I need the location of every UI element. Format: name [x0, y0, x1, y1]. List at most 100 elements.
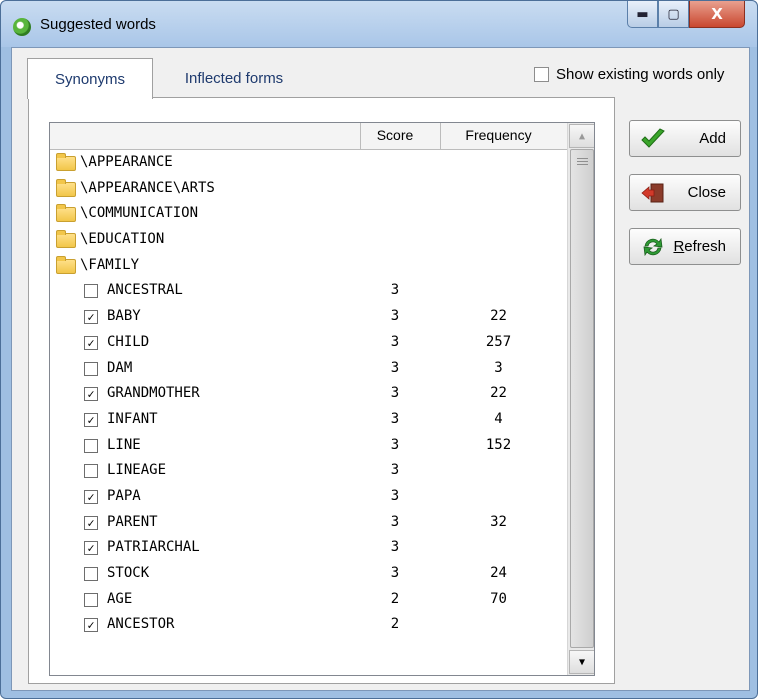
frequency-value: 24 — [490, 565, 507, 581]
frequency-value: 32 — [490, 513, 507, 530]
window-controls: ▬ ▢ X — [627, 1, 745, 29]
dialog-body: Synonyms Inflected forms Show existing w… — [11, 47, 750, 691]
word-row[interactable]: ✓ ANCESTOR 2 — [50, 612, 567, 638]
word-text: STOCK — [107, 565, 150, 581]
folder-name: \FAMILY — [80, 256, 140, 273]
grip-line — [577, 161, 588, 162]
score-value: 3 — [390, 565, 400, 581]
word-row[interactable]: LINEAGE 3 — [50, 458, 567, 484]
grip-line — [577, 158, 588, 159]
suggestions-list[interactable]: Score Frequency \APPEARANCE \APPEARANCE\A… — [49, 122, 595, 676]
score-value: 3 — [390, 436, 400, 453]
folder-icon — [56, 230, 76, 249]
word-text: PARENT — [107, 513, 158, 530]
score-value: 3 — [390, 487, 400, 504]
word-text: ANCESTOR — [107, 616, 175, 633]
maximize-button[interactable]: ▢ — [658, 1, 689, 28]
word-row[interactable]: ✓ INFANT 3 4 — [50, 407, 567, 433]
score-value: 3 — [390, 410, 400, 427]
folder-row[interactable]: \COMMUNICATION — [50, 201, 567, 227]
word-text: PAPA — [107, 487, 141, 504]
frequency-value: 4 — [494, 410, 503, 427]
refresh-button-label: Refresh — [673, 238, 726, 255]
word-checkbox[interactable]: ✓ — [84, 515, 98, 530]
word-checkbox[interactable]: ✓ — [84, 412, 98, 427]
exit-door-icon — [640, 182, 666, 204]
word-text: AGE — [107, 590, 133, 607]
show-existing-words-toggle[interactable]: Show existing words only — [534, 66, 724, 83]
folder-name: \COMMUNICATION — [80, 205, 199, 222]
suggested-words-window: Suggested words ▬ ▢ X Synonyms Inflected… — [0, 0, 758, 699]
folder-row[interactable]: \FAMILY — [50, 253, 567, 279]
arrow-down-icon: ▼ — [578, 656, 586, 668]
arrow-up-icon: ▲ — [578, 130, 586, 142]
word-row[interactable]: STOCK 3 24 — [50, 561, 567, 587]
word-row[interactable]: DAM 3 3 — [50, 356, 567, 382]
folder-name: \APPEARANCE — [80, 154, 173, 170]
list-header: Score Frequency — [50, 123, 567, 150]
word-row[interactable]: ✓ CHILD 3 257 — [50, 330, 567, 356]
folder-name: \EDUCATION — [80, 231, 165, 248]
word-row[interactable]: ✓ PAPA 3 — [50, 484, 567, 510]
word-checkbox[interactable] — [84, 361, 98, 376]
word-checkbox[interactable]: ✓ — [84, 618, 98, 633]
folder-icon — [56, 153, 76, 171]
maximize-icon: ▢ — [667, 6, 680, 22]
score-value: 3 — [390, 385, 400, 402]
show-existing-label: Show existing words only — [556, 66, 725, 83]
word-text: INFANT — [107, 410, 158, 427]
minimize-button[interactable]: ▬ — [627, 1, 658, 28]
word-row[interactable]: AGE 2 70 — [50, 587, 567, 613]
column-header-score[interactable]: Score — [360, 127, 430, 143]
word-checkbox[interactable]: ✓ — [84, 489, 98, 504]
column-header-frequency[interactable]: Frequency — [440, 127, 557, 143]
tab-synonyms[interactable]: Synonyms — [27, 58, 153, 99]
app-icon — [13, 18, 31, 36]
refresh-button[interactable]: Refresh — [629, 228, 741, 265]
word-row[interactable]: LINE 3 152 — [50, 433, 567, 459]
show-existing-checkbox[interactable] — [534, 67, 549, 82]
close-window-button[interactable]: X — [689, 1, 745, 28]
word-row[interactable]: ANCESTRAL 3 — [50, 278, 567, 304]
score-value: 2 — [390, 590, 400, 607]
word-checkbox[interactable]: ✓ — [84, 541, 98, 556]
score-value: 3 — [390, 513, 400, 530]
word-text: PATRIARCHAL — [107, 539, 200, 556]
frequency-value: 257 — [485, 333, 512, 350]
add-button[interactable]: Add — [629, 120, 741, 157]
title-bar[interactable]: Suggested words ▬ ▢ X — [1, 1, 757, 47]
word-text: GRANDMOTHER — [107, 385, 200, 402]
word-row[interactable]: ✓ GRANDMOTHER 3 22 — [50, 381, 567, 407]
frequency-value: 3 — [494, 359, 503, 376]
word-text: DAM — [107, 359, 133, 376]
word-checkbox[interactable]: ✓ — [84, 310, 98, 325]
tab-label: Inflected forms — [184, 69, 284, 87]
window-title: Suggested words — [40, 16, 156, 33]
close-button[interactable]: Close — [629, 174, 741, 211]
frequency-value: 22 — [490, 385, 507, 402]
word-checkbox[interactable]: ✓ — [84, 387, 98, 402]
folder-row[interactable]: \APPEARANCE\ARTS — [50, 176, 567, 202]
tab-inflected-forms[interactable]: Inflected forms — [164, 60, 304, 96]
word-row[interactable]: ✓ BABY 3 22 — [50, 304, 567, 330]
word-checkbox[interactable] — [84, 284, 98, 299]
vertical-scrollbar[interactable]: ▲ ▼ — [567, 123, 594, 675]
folder-icon — [56, 178, 76, 197]
folder-row[interactable]: \APPEARANCE — [50, 150, 567, 176]
word-text: ANCESTRAL — [107, 282, 183, 299]
word-checkbox[interactable] — [84, 438, 98, 453]
folder-row[interactable]: \EDUCATION — [50, 227, 567, 253]
word-checkbox[interactable] — [84, 464, 98, 479]
word-text: CHILD — [107, 333, 150, 350]
word-row[interactable]: ✓ PARENT 3 32 — [50, 510, 567, 536]
word-row[interactable]: ✓ PATRIARCHAL 3 — [50, 535, 567, 561]
scroll-up-button[interactable]: ▲ — [569, 124, 594, 148]
tab-label: Synonyms — [54, 70, 126, 88]
word-checkbox[interactable]: ✓ — [84, 335, 98, 350]
frequency-value: 70 — [490, 590, 507, 607]
scroll-down-button[interactable]: ▼ — [569, 650, 594, 674]
word-checkbox[interactable] — [84, 592, 98, 607]
word-checkbox[interactable] — [84, 567, 98, 581]
scroll-thumb[interactable] — [570, 149, 594, 648]
close-icon: X — [711, 5, 723, 23]
